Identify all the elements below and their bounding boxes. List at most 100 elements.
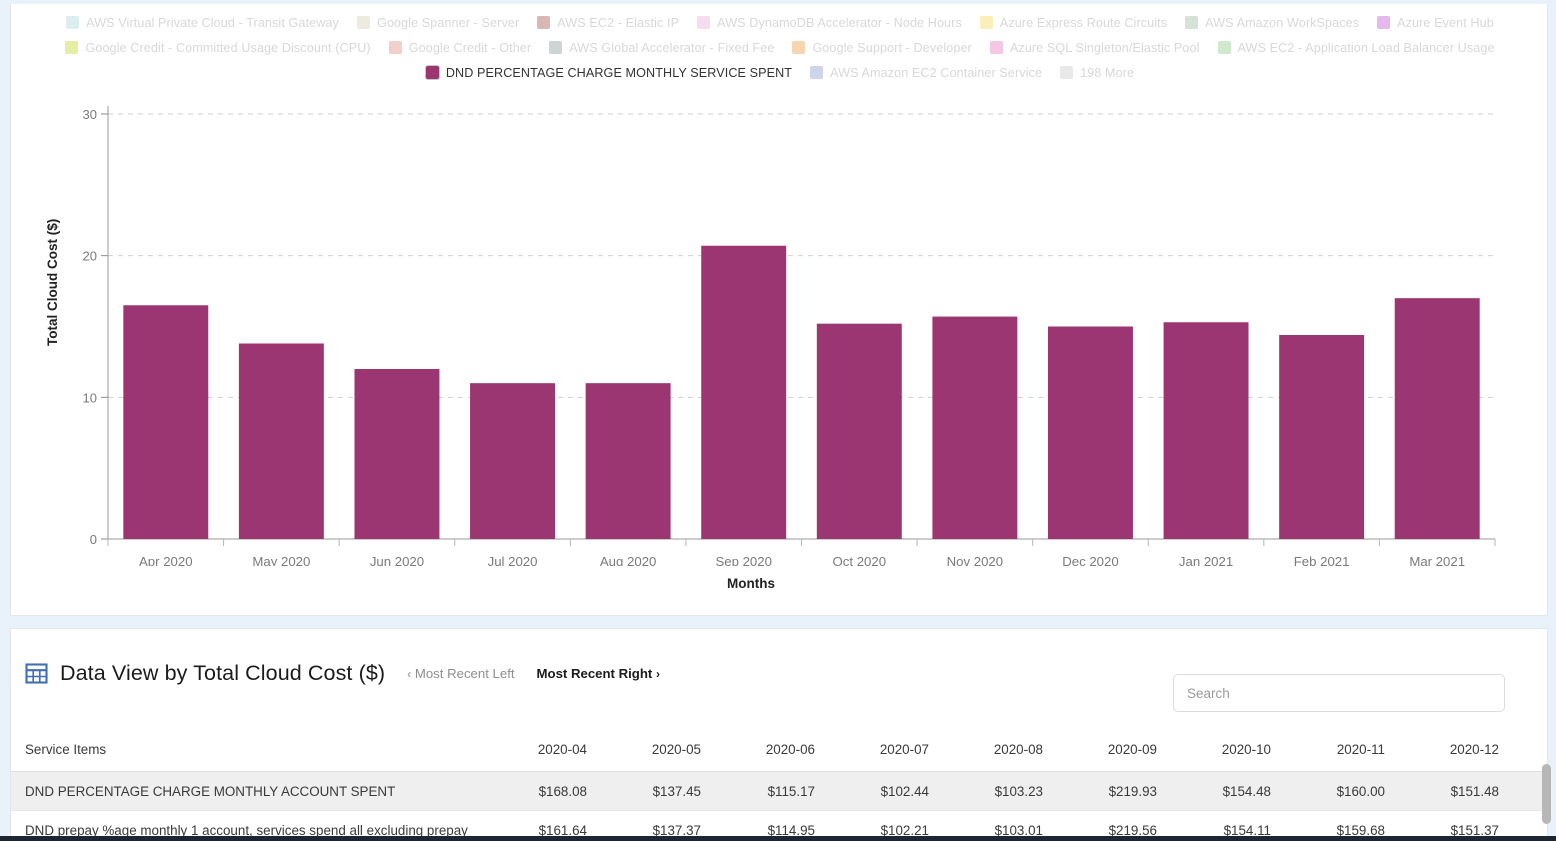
bar[interactable] bbox=[701, 245, 787, 539]
x-axis-tick-label: Aug 2020 bbox=[600, 554, 656, 566]
x-axis-tick-label: Dec 2020 bbox=[1062, 554, 1118, 566]
legend-item[interactable]: AWS Virtual Private Cloud - Transit Gate… bbox=[66, 12, 339, 33]
data-view-card: Data View by Total Cloud Cost ($) ‹ Most… bbox=[10, 628, 1548, 841]
legend-swatch-icon bbox=[65, 41, 79, 54]
table-cell-service-item: DND PERCENTAGE CHARGE MONTHLY ACCOUNT SP… bbox=[11, 771, 495, 811]
legend-swatch-icon bbox=[388, 41, 402, 54]
legend-label: DND PERCENTAGE CHARGE MONTHLY SERVICE SP… bbox=[445, 65, 793, 80]
data-view-header: Data View by Total Cloud Cost ($) ‹ Most… bbox=[11, 629, 1547, 727]
page-top-margin bbox=[0, 0, 1556, 4]
x-axis-tick-label: Jul 2020 bbox=[488, 554, 538, 566]
legend-label: AWS Global Accelerator - Fixed Fee bbox=[569, 40, 775, 55]
data-view-title: Data View by Total Cloud Cost ($) bbox=[60, 661, 386, 685]
legend-item[interactable]: Azure Express Route Circuits bbox=[979, 12, 1168, 33]
legend-item[interactable]: AWS DynamoDB Accelerator - Node Hours bbox=[697, 12, 962, 33]
x-axis-tick-label: Sep 2020 bbox=[715, 554, 771, 566]
legend-swatch-icon bbox=[1060, 66, 1074, 79]
table-column-header-month[interactable]: 2020-04 bbox=[495, 727, 609, 772]
legend-item[interactable]: AWS EC2 - Application Load Balancer Usag… bbox=[1217, 37, 1495, 58]
legend-item[interactable]: Google Support - Developer bbox=[792, 37, 972, 58]
table-column-header-month[interactable]: 2020-05 bbox=[609, 727, 723, 772]
legend-label: AWS EC2 - Application Load Balancer Usag… bbox=[1237, 40, 1495, 55]
legend-item[interactable]: AWS Global Accelerator - Fixed Fee bbox=[549, 37, 774, 58]
x-axis-tick-label: Jan 2021 bbox=[1179, 554, 1233, 566]
legend-swatch-icon bbox=[1217, 41, 1231, 54]
x-axis-title: Months bbox=[727, 576, 775, 591]
x-axis-tick-label: Apr 2020 bbox=[139, 554, 193, 566]
table-cell-value: $168.08 bbox=[495, 771, 609, 811]
table-column-header-month[interactable]: 2020-06 bbox=[723, 727, 837, 772]
bar[interactable] bbox=[470, 383, 556, 539]
legend-item[interactable]: 198 More bbox=[1060, 62, 1134, 83]
legend-item[interactable]: AWS Amazon WorkSpaces bbox=[1185, 12, 1359, 33]
table-column-header-month[interactable]: 2020-07 bbox=[837, 727, 951, 772]
bar[interactable] bbox=[585, 383, 671, 539]
bar[interactable] bbox=[1047, 326, 1133, 540]
x-axis-tick-label: Jun 2020 bbox=[370, 554, 424, 566]
table-cell-value: $219.93 bbox=[1065, 771, 1179, 811]
dashboard-page: AWS Virtual Private Cloud - Transit Gate… bbox=[0, 0, 1556, 841]
legend-label: 198 More bbox=[1080, 65, 1135, 80]
legend-label: AWS Amazon WorkSpaces bbox=[1205, 15, 1360, 30]
y-axis-tick-label: 20 bbox=[83, 249, 97, 264]
bar[interactable] bbox=[238, 343, 324, 540]
bar[interactable] bbox=[354, 369, 440, 539]
chart-svg: 0 10 20 30 Apr 2020 May 2020 Jun 2020 Jul 2020 A… bbox=[83, 106, 1496, 566]
x-axis-tick-label: Oct 2020 bbox=[833, 554, 887, 566]
table-header-row: Service Items 2020-04 2020-05 2020-06 2020-0… bbox=[11, 727, 1547, 772]
chart-card: AWS Virtual Private Cloud - Transit Gate… bbox=[10, 4, 1548, 616]
x-axis-tick-label: Nov 2020 bbox=[947, 554, 1003, 566]
table-cell-value: $154.48 bbox=[1179, 771, 1293, 811]
y-axis-tick-label: 30 bbox=[83, 107, 97, 122]
data-table: Service Items 2020-04 2020-05 2020-06 2020-0… bbox=[11, 727, 1547, 841]
legend-item[interactable]: Google Spanner - Server bbox=[356, 12, 520, 33]
legend-item[interactable]: Google Credit - Committed Usage Discount… bbox=[65, 37, 371, 58]
table-column-header-month[interactable]: 2020-09 bbox=[1065, 727, 1179, 772]
legend-label: Google Credit - Other bbox=[408, 40, 532, 55]
legend-swatch-icon bbox=[356, 16, 370, 29]
y-axis-tick-label: 0 bbox=[90, 532, 97, 547]
legend-item[interactable]: Azure Event Hub bbox=[1377, 12, 1494, 33]
most-recent-right-label: Most Recent Right bbox=[536, 666, 653, 681]
y-axis-title: Total Cloud Cost ($) bbox=[45, 218, 60, 346]
table-cell-value: $103.23 bbox=[951, 771, 1065, 811]
most-recent-right-button[interactable]: Most Recent Right › bbox=[537, 666, 660, 681]
legend-item[interactable]: DND PERCENTAGE CHARGE MONTHLY SERVICE SP… bbox=[425, 62, 793, 83]
bar[interactable] bbox=[1279, 335, 1365, 539]
most-recent-left-label: Most Recent Left bbox=[414, 666, 515, 681]
legend-label: AWS Virtual Private Cloud - Transit Gate… bbox=[86, 15, 339, 30]
bar[interactable] bbox=[1163, 322, 1249, 539]
vertical-scrollbar-thumb[interactable] bbox=[1542, 764, 1551, 824]
legend-swatch-icon bbox=[66, 16, 80, 29]
legend-label: Azure Express Route Circuits bbox=[999, 15, 1168, 30]
data-table-scroll-region[interactable]: Service Items 2020-04 2020-05 2020-06 2020-0… bbox=[11, 727, 1547, 841]
table-column-header-month[interactable]: 2020-10 bbox=[1179, 727, 1293, 772]
legend-item[interactable]: Google Credit - Other bbox=[388, 37, 532, 58]
legend-item[interactable]: AWS Amazon EC2 Container Service bbox=[810, 62, 1042, 83]
legend-label: Azure Event Hub bbox=[1397, 15, 1494, 30]
legend-swatch-icon bbox=[792, 41, 806, 54]
table-grid-icon bbox=[25, 662, 48, 685]
x-axis-tick-label: May 2020 bbox=[252, 554, 310, 566]
table-column-header-month[interactable]: 2020-08 bbox=[951, 727, 1065, 772]
table-column-header-month[interactable]: 2020-12 bbox=[1407, 727, 1521, 772]
most-recent-left-button[interactable]: ‹ Most Recent Left bbox=[407, 666, 514, 681]
bar[interactable] bbox=[932, 316, 1018, 539]
search-input[interactable] bbox=[1173, 674, 1505, 712]
legend-swatch-icon bbox=[537, 16, 551, 29]
table-body: DND PERCENTAGE CHARGE MONTHLY ACCOUNT SP… bbox=[11, 771, 1547, 841]
table-cell-value: $115.17 bbox=[723, 771, 837, 811]
legend-label: Google Spanner - Server bbox=[376, 15, 520, 30]
bar-chart-plot: 0 10 20 30 Apr 2020 May 2020 Jun 2020 Jul 2020 A… bbox=[11, 96, 1547, 615]
bar[interactable] bbox=[1394, 298, 1480, 539]
bar[interactable] bbox=[123, 305, 209, 539]
table-column-header-month[interactable]: 2020-11 bbox=[1293, 727, 1407, 772]
legend-item[interactable]: Azure SQL Singleton/Elastic Pool bbox=[989, 37, 1200, 58]
bar[interactable] bbox=[816, 323, 902, 539]
table-row[interactable]: DND PERCENTAGE CHARGE MONTHLY ACCOUNT SP… bbox=[11, 771, 1547, 811]
table-column-header-name[interactable]: Service Items bbox=[11, 727, 495, 772]
table-cell-value: $151.48 bbox=[1407, 771, 1521, 811]
x-axis-tick-label: Mar 2021 bbox=[1409, 554, 1465, 566]
legend-swatch-icon bbox=[1185, 16, 1199, 29]
legend-item[interactable]: AWS EC2 - Elastic IP bbox=[537, 12, 679, 33]
